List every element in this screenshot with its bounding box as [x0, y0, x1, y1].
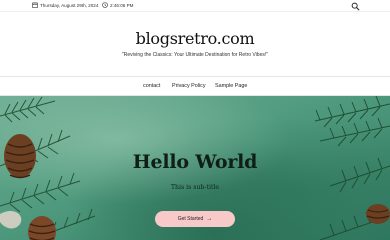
get-started-label: Get Started — [177, 216, 204, 222]
nav-item-contact[interactable]: contact — [143, 83, 160, 89]
date-text: Thursday, August 29th, 2024 — [40, 2, 99, 8]
pine-cone-right — [366, 204, 390, 224]
clock-icon — [102, 2, 108, 8]
top-bar: Thursday, August 29th, 2024 2:46:06 PM — [0, 0, 390, 12]
nav-item-privacy-policy[interactable]: Privacy Policy — [172, 83, 206, 89]
site-header: blogsretro.com "Reviving the Classics: Y… — [0, 12, 390, 76]
time-display: 2:46:06 PM — [102, 2, 134, 8]
hero-banner: Hello World This is sub-title Get Starte… — [0, 96, 390, 240]
nav-item-sample-page[interactable]: Sample Page — [215, 83, 247, 89]
hero-title: Hello World — [132, 151, 258, 173]
site-title[interactable]: blogsretro.com — [0, 29, 390, 48]
site-tagline: "Reviving the Classics: Your Ultimate De… — [121, 52, 269, 58]
main-navigation: contact Privacy Policy Sample Page — [0, 76, 390, 96]
hero-subtitle: This is sub-title — [170, 184, 220, 191]
date-display: Thursday, August 29th, 2024 — [32, 2, 98, 8]
arrow-right-icon: → — [206, 216, 213, 222]
search-icon[interactable] — [351, 2, 360, 11]
time-text: 2:46:06 PM — [110, 2, 134, 8]
calendar-icon — [32, 2, 38, 8]
get-started-button[interactable]: Get Started → — [155, 211, 235, 227]
pine-cone-bottom — [28, 216, 56, 240]
